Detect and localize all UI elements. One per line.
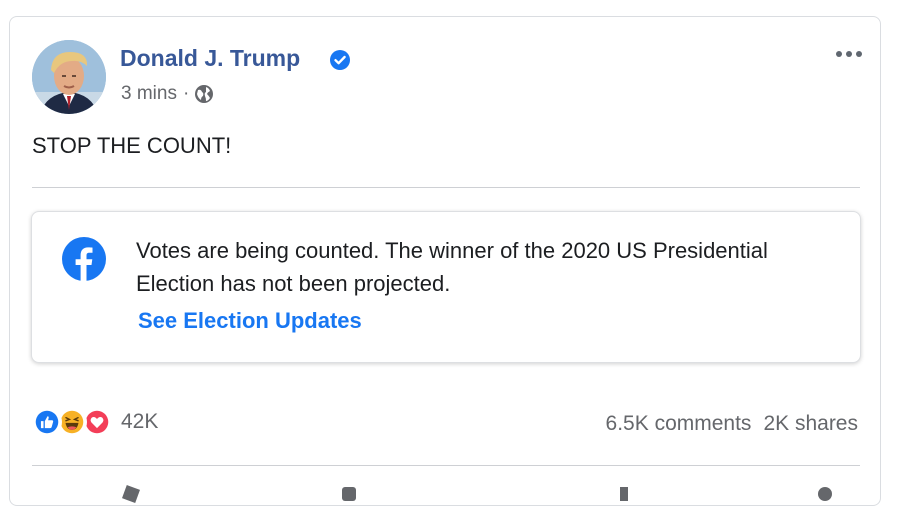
see-election-updates-link[interactable]: See Election Updates — [138, 308, 362, 334]
avatar[interactable] — [32, 40, 106, 114]
post-timestamp[interactable]: 3 mins — [121, 83, 177, 105]
action-bar — [32, 483, 860, 503]
reactions-summary[interactable]: 42K — [32, 407, 158, 437]
profile-button-icon[interactable] — [818, 487, 832, 501]
author-name[interactable]: Donald J. Trump — [120, 45, 300, 72]
shares-count[interactable]: 2K shares — [763, 412, 858, 436]
comment-button-icon[interactable] — [342, 487, 356, 501]
post-text: STOP THE COUNT! — [32, 133, 232, 158]
comments-count[interactable]: 6.5K comments — [606, 412, 752, 436]
like-button-icon[interactable] — [122, 485, 140, 503]
share-button-icon[interactable] — [620, 487, 628, 501]
facebook-logo-icon — [62, 237, 106, 281]
post-card: Donald J. Trump 3 mins · STOP THE COUNT!… — [9, 16, 881, 506]
divider — [32, 187, 860, 188]
like-icon — [32, 407, 62, 437]
reaction-count[interactable]: 42K — [121, 410, 158, 434]
more-options-icon[interactable] — [832, 45, 866, 63]
post-meta: 3 mins · — [121, 83, 214, 105]
globe-icon[interactable] — [194, 84, 214, 104]
verified-badge-icon — [330, 50, 350, 70]
notice-text: Votes are being counted. The winner of t… — [136, 238, 768, 296]
election-notice: Votes are being counted. The winner of t… — [31, 211, 861, 363]
meta-separator: · — [182, 83, 190, 104]
engagement-counts: 6.5K comments 2K shares — [606, 412, 858, 436]
divider — [32, 465, 860, 466]
